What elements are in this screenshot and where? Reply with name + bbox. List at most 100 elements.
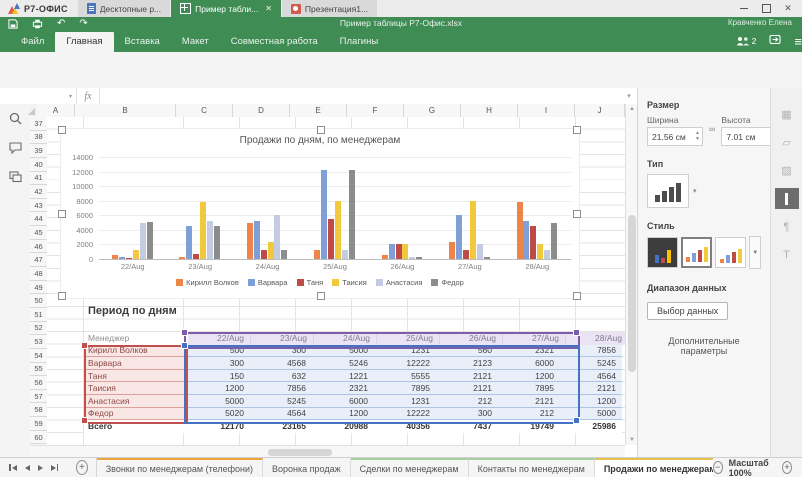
value-cell[interactable]: 2321	[498, 345, 560, 358]
value-cell[interactable]: 632	[250, 370, 312, 383]
chart-bar[interactable]	[523, 221, 529, 259]
tab-макет[interactable]: Макет	[171, 32, 220, 52]
width-input[interactable]: 21.56 см▲▼	[647, 127, 703, 146]
maximize-icon[interactable]	[756, 1, 776, 16]
cell-name-box[interactable]: ▾	[0, 88, 77, 104]
header-date[interactable]: 24/Aug	[314, 332, 377, 345]
os-tab-presentation[interactable]: Презентация1...	[282, 0, 377, 17]
minimize-icon[interactable]	[734, 1, 754, 16]
manager-name-cell[interactable]: Таисия	[84, 382, 188, 395]
header-date[interactable]: 22/Aug	[188, 332, 251, 345]
value-cell[interactable]: 1231	[374, 345, 436, 358]
search-icon[interactable]	[9, 112, 22, 128]
value-cell[interactable]: 7856	[560, 345, 622, 358]
row-header-50[interactable]: 50	[30, 294, 47, 308]
zoom-in-icon[interactable]: +	[782, 461, 792, 474]
value-cell[interactable]: 7895	[498, 382, 560, 395]
value-cell[interactable]: 300	[436, 408, 498, 421]
value-cell[interactable]: 5245	[250, 395, 312, 408]
cell-settings-icon[interactable]: ▦	[775, 104, 799, 125]
table-row[interactable]: Таня15063212215555212112004564	[84, 370, 576, 383]
os-tab-document[interactable]: Десктопные р...	[78, 0, 170, 17]
table-row[interactable]: Кирилл Волков5003005000123156023217856	[84, 345, 576, 358]
value-cell[interactable]: 212	[436, 395, 498, 408]
tab-файл[interactable]: Файл	[10, 32, 55, 52]
column-header-E[interactable]: E	[290, 104, 347, 117]
chart-bar[interactable]	[261, 250, 267, 259]
value-cell[interactable]: 5000	[312, 345, 374, 358]
chart-bar[interactable]	[254, 221, 260, 259]
value-cell[interactable]: 4564	[250, 408, 312, 421]
row-header-41[interactable]: 41	[30, 172, 47, 186]
value-cell[interactable]: 1200	[188, 382, 250, 395]
value-cell[interactable]: 560	[436, 345, 498, 358]
chart-bar[interactable]	[456, 215, 462, 259]
column-header-C[interactable]: C	[176, 104, 233, 117]
sheet-tab[interactable]: Звонки по менеджерам (телефони)	[97, 458, 263, 477]
value-cell[interactable]: 12222	[374, 408, 436, 421]
value-cell[interactable]: 5245	[560, 357, 622, 370]
chart-bar[interactable]	[133, 250, 139, 259]
chart-bar[interactable]	[530, 226, 536, 259]
table-row[interactable]: Федор502045641200122223002125000	[84, 408, 576, 421]
header-date[interactable]: 25/Aug	[377, 332, 440, 345]
chart-bar[interactable]	[396, 244, 402, 259]
value-cell[interactable]: 5000	[560, 408, 622, 421]
total-value-cell[interactable]: 40356	[374, 420, 436, 433]
chart-bar[interactable]	[207, 221, 213, 259]
menu-icon[interactable]: ≡	[794, 35, 802, 48]
formula-bar-collapse-icon[interactable]: ▾	[621, 92, 637, 100]
value-cell[interactable]: 6000	[312, 395, 374, 408]
close-tab-icon[interactable]: ✕	[265, 4, 272, 13]
row-header-57[interactable]: 57	[30, 390, 47, 404]
value-cell[interactable]: 5246	[312, 357, 374, 370]
chart-resize-handle[interactable]	[573, 126, 581, 134]
row-header-49[interactable]: 49	[30, 281, 47, 295]
image-settings-icon[interactable]: ▨	[775, 160, 799, 181]
paragraph-settings-icon[interactable]: ¶	[775, 216, 799, 237]
column-header-G[interactable]: G	[404, 104, 461, 117]
shape-settings-icon[interactable]: ▱	[775, 132, 799, 153]
chart-bar[interactable]	[484, 257, 490, 259]
row-header-47[interactable]: 47	[30, 253, 47, 267]
row-header-52[interactable]: 52	[30, 322, 47, 336]
row-header-38[interactable]: 38	[30, 131, 47, 145]
chart-bar[interactable]	[126, 258, 132, 259]
chart-bar[interactable]	[551, 223, 557, 259]
row-header-39[interactable]: 39	[30, 144, 47, 158]
row-header-44[interactable]: 44	[30, 212, 47, 226]
table-row[interactable]: Варвара3004568524612222212360005245	[84, 357, 576, 370]
row-header-51[interactable]: 51	[30, 308, 47, 322]
chart-resize-handle[interactable]	[573, 292, 581, 300]
chart-bar[interactable]	[193, 254, 199, 259]
column-header-D[interactable]: D	[233, 104, 290, 117]
chart-bar[interactable]	[463, 250, 469, 259]
value-cell[interactable]: 2123	[436, 357, 498, 370]
value-cell[interactable]: 212	[498, 408, 560, 421]
total-value-cell[interactable]: 19749	[498, 420, 560, 433]
chart-bar[interactable]	[268, 242, 274, 259]
row-header-43[interactable]: 43	[30, 199, 47, 213]
next-sheet-icon[interactable]	[38, 465, 43, 471]
textart-settings-icon[interactable]: Т	[775, 244, 799, 265]
insert-function-icon[interactable]: fx	[77, 88, 100, 104]
chart-bar[interactable]	[140, 223, 146, 259]
tab-главная[interactable]: Главная	[55, 32, 113, 52]
value-cell[interactable]: 300	[188, 357, 250, 370]
vertical-scroll-thumb[interactable]	[628, 215, 636, 372]
value-cell[interactable]: 7895	[374, 382, 436, 395]
sheet-tab[interactable]: Воронка продаж	[263, 458, 351, 477]
row-header-56[interactable]: 56	[30, 376, 47, 390]
previous-sheet-icon[interactable]	[25, 465, 30, 471]
row-header-60[interactable]: 60	[30, 431, 47, 445]
data-table[interactable]: Менеджер22/Aug23/Aug24/Aug25/Aug26/Aug27…	[84, 332, 576, 433]
column-header-A[interactable]: A	[37, 104, 75, 117]
value-cell[interactable]: 2121	[436, 382, 498, 395]
chart-bar[interactable]	[389, 244, 395, 259]
value-cell[interactable]: 5000	[188, 395, 250, 408]
comments-icon[interactable]	[9, 142, 22, 157]
chart-bar[interactable]	[274, 215, 280, 259]
chart-style-thumb-selected[interactable]	[681, 237, 712, 268]
column-header-J[interactable]: J	[575, 104, 625, 117]
chart-bar[interactable]	[200, 202, 206, 259]
